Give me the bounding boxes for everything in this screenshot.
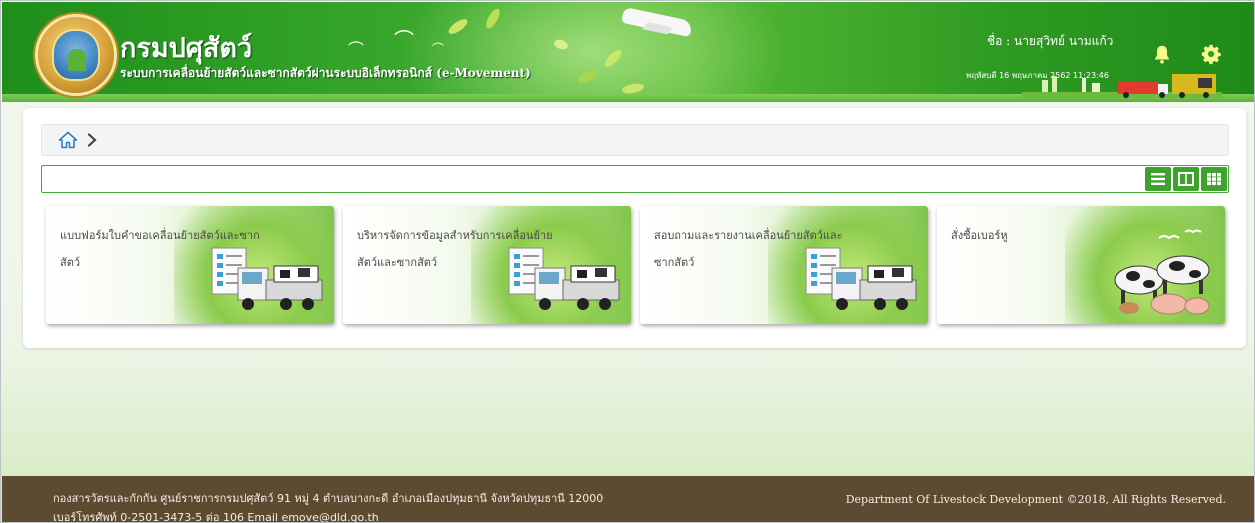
breadcrumb xyxy=(41,124,1229,156)
truck-cattle-document-illustration xyxy=(211,247,323,310)
header-light-decoration xyxy=(382,2,802,102)
user-name-label: ชื่อ : นายสุวิทย์ นามแก้ว xyxy=(987,34,1114,48)
chevron-right-icon xyxy=(87,133,97,147)
grid-view-button[interactable] xyxy=(1201,167,1227,191)
footer-phone-email: เบอร์โทรศัพท์ 0-2501-3473-5 ต่อ 106 Emai… xyxy=(53,511,379,523)
split-view-icon xyxy=(1178,172,1194,186)
list-view-icon xyxy=(1151,173,1165,185)
trucks-illustration xyxy=(1022,74,1222,98)
menu-card-manage-data[interactable]: บริหารจัดการข้อมูลสำหรับการเคลื่อนย้ายสั… xyxy=(343,206,631,324)
bell-icon[interactable] xyxy=(1151,43,1173,65)
truck-cattle-document-illustration xyxy=(805,247,917,310)
bird-decoration: ⌒ xyxy=(348,40,365,59)
menu-card-request-form[interactable]: แบบฟอร์มใบคำขอเคลื่อนย้ายสัตว์และซากสัตว… xyxy=(46,206,334,324)
app-footer: กองสารวัตรและกักกัน ศูนย์ราชการกรมปศุสัต… xyxy=(2,476,1254,523)
content-panel: แบบฟอร์มใบคำขอเคลื่อนย้ายสัตว์และซากสัตว… xyxy=(23,108,1246,348)
split-view-button[interactable] xyxy=(1173,167,1199,191)
livestock-illustration xyxy=(1114,229,1210,315)
grid-view-icon xyxy=(1207,173,1221,186)
app-header: ⌒ ⌒ ⌒ กรมปศุสัตว์ ระบบการเคลื่อนย้ายสัตว… xyxy=(2,2,1254,102)
app-subtitle: ระบบการเคลื่อนย้ายสัตว์และซากสัตว์ผ่านระ… xyxy=(120,66,531,80)
menu-card-inquiry-report[interactable]: สอบถามและรายงานเคลื่อนย้ายสัตว์และซากสัต… xyxy=(640,206,928,324)
truck-cattle-document-illustration xyxy=(508,247,620,310)
list-view-button[interactable] xyxy=(1145,167,1171,191)
view-toggle-group xyxy=(1145,167,1227,191)
page-frame: ⌒ ⌒ ⌒ กรมปศุสัตว์ ระบบการเคลื่อนย้ายสัตว… xyxy=(0,0,1255,523)
department-logo[interactable] xyxy=(35,14,117,96)
bird-decoration: ⌒ xyxy=(432,42,445,56)
logo-emblem xyxy=(52,29,100,81)
footer-contact: กองสารวัตรและกักกัน ศูนย์ราชการกรมปศุสัต… xyxy=(53,489,604,523)
menu-card-grid: แบบฟอร์มใบคำขอเคลื่อนย้ายสัตว์และซากสัตว… xyxy=(46,206,1230,324)
app-title: กรมปศุสัตว์ xyxy=(120,33,253,64)
gear-icon[interactable] xyxy=(1200,43,1222,65)
bird-decoration: ⌒ xyxy=(394,28,414,52)
menu-card-order-ear-tags[interactable]: สั่งซื้อเบอร์หู xyxy=(937,206,1225,324)
home-icon[interactable] xyxy=(58,131,78,149)
footer-copyright: Department Of Livestock Development ©201… xyxy=(845,493,1226,506)
footer-address: กองสารวัตรและกักกัน ศูนย์ราชการกรมปศุสัต… xyxy=(53,492,604,505)
search-input[interactable] xyxy=(41,165,1229,193)
